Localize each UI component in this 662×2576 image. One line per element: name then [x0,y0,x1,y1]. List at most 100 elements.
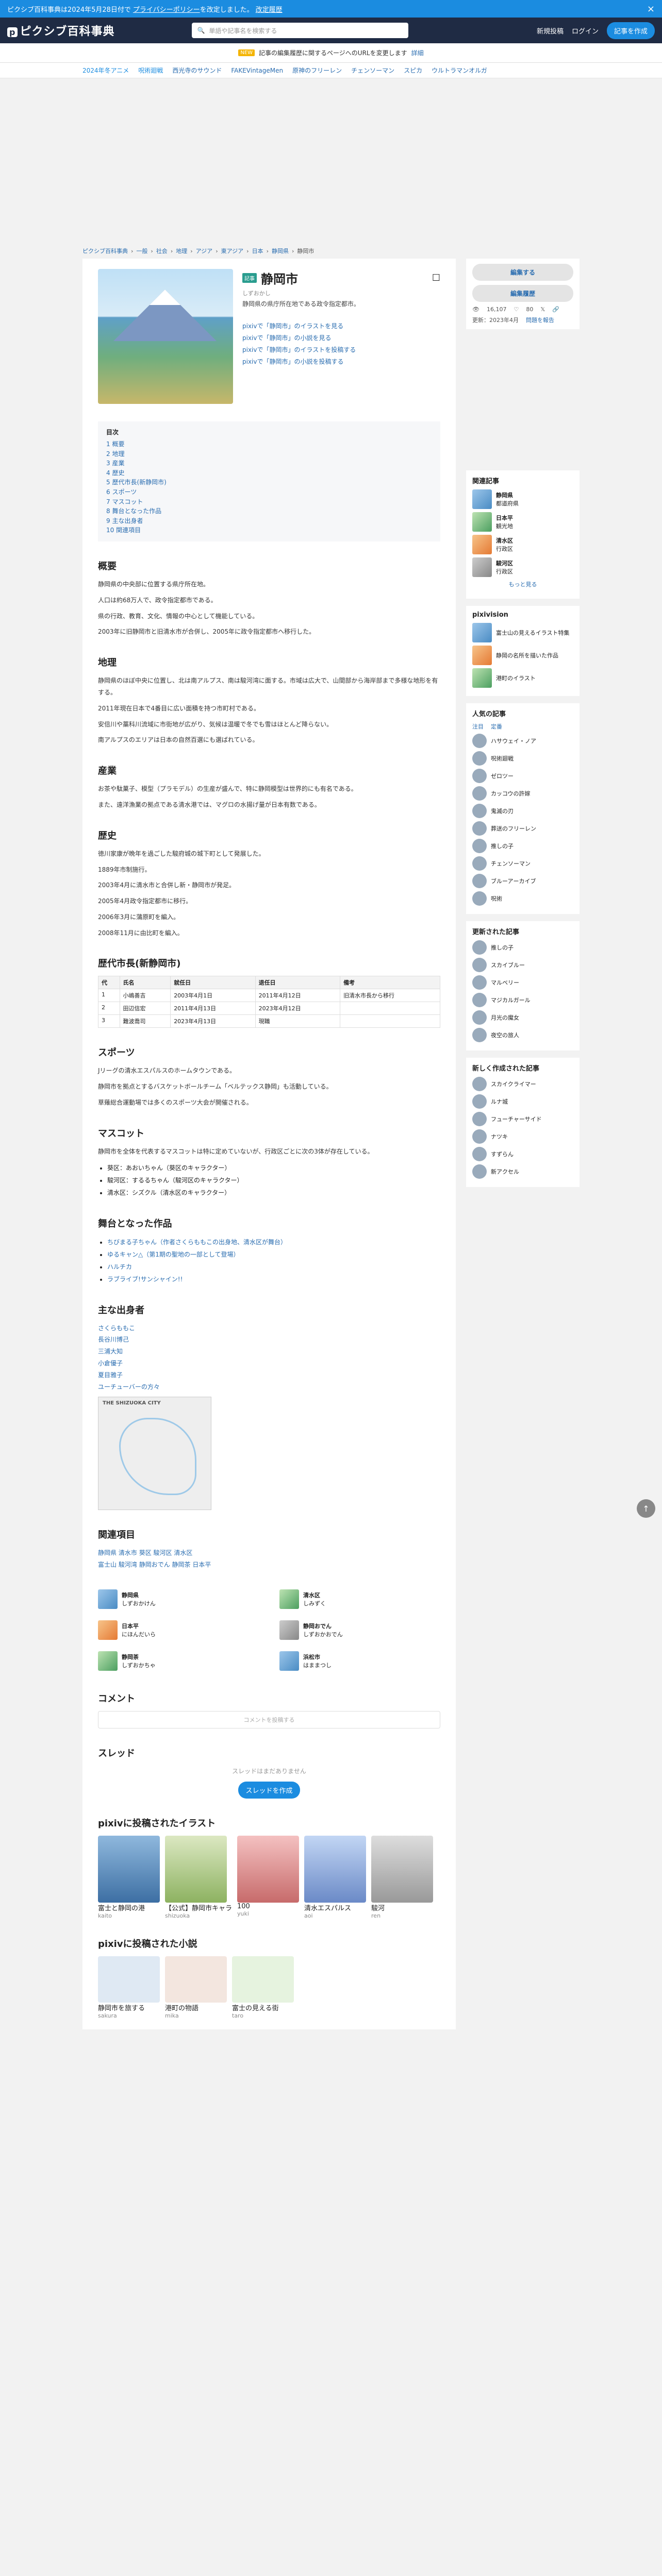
trending-item[interactable]: FAKEVintageMen [231,67,283,74]
breadcrumb-item[interactable]: 社会 [156,247,168,255]
edit-button[interactable]: 編集する [472,264,573,281]
person-link[interactable]: 三浦大知 [98,1348,123,1355]
pixiv-post-illust-link[interactable]: pixivで「静岡市」のイラストを投稿する [242,345,440,354]
popular-item[interactable]: 呪術廻戦 [472,751,573,766]
breadcrumb-item[interactable]: 地理 [176,247,187,255]
illust-card[interactable]: 富士と静岡の港 kaito [98,1835,160,1919]
trending-item[interactable]: チェンソーマン [351,66,394,75]
heart-icon[interactable]: ♡ [514,306,519,313]
toc-item[interactable]: 1 概要 [106,440,124,448]
illust-card[interactable]: 100 yuki [237,1835,300,1919]
person-link[interactable]: 夏目雅子 [98,1371,123,1379]
report-link[interactable]: 問題を報告 [526,316,554,324]
toc-item[interactable]: 2 地理 [106,450,124,457]
toc-item[interactable]: 8 舞台となった作品 [106,507,161,515]
related-item[interactable]: 静岡県 都道府県 [472,489,573,509]
pixivision-item[interactable]: 富士山の見えるイラスト特集 [472,623,573,642]
updated-item[interactable]: マジカルガール [472,993,573,1007]
announcement-detail-link[interactable]: 詳細 [411,48,424,57]
toc-item[interactable]: 6 スポーツ [106,488,137,496]
page-top-button[interactable]: ↑ [637,1499,655,1518]
pixivision-item[interactable]: 港町のイラスト [472,668,573,688]
novel-card[interactable]: 港町の物語 mika [165,1956,227,2019]
trending-item[interactable]: ウルトラマンオルガ [432,66,487,75]
related-item[interactable]: 清水区 行政区 [472,535,573,554]
person-link[interactable]: 小倉優子 [98,1360,123,1367]
privacy-policy-link[interactable]: プライバシーポリシー [133,4,200,14]
related-link[interactable]: 清水区 [174,1549,192,1556]
pixivision-item[interactable]: 静岡の名所を描いた作品 [472,646,573,665]
toc-item[interactable]: 4 歴史 [106,469,124,477]
related-card[interactable]: 日本平 にほんだいら [98,1620,259,1640]
bookmark-icon[interactable]: ☐ [432,273,440,283]
toc-item[interactable]: 3 産業 [106,460,124,467]
updated-item[interactable]: 夜空の旅人 [472,1028,573,1042]
updated-item[interactable]: 月光の魔女 [472,1010,573,1025]
related-link[interactable]: 駿河湾 [119,1561,137,1568]
updated-item[interactable]: マルベリー [472,975,573,990]
create-article-button[interactable]: 記事を作成 [606,22,655,39]
novel-card[interactable]: 静岡市を旅する sakura [98,1956,160,2019]
related-item[interactable]: 日本平 観光地 [472,512,573,532]
comment-input[interactable]: コメントを投稿する [98,1711,440,1729]
breadcrumb-item[interactable]: 日本 [252,247,263,255]
popular-item[interactable]: 呪術 [472,891,573,906]
toc-item[interactable]: 10 関連項目 [106,527,141,534]
popular-item[interactable]: 推しの子 [472,839,573,853]
history-button[interactable]: 編集履歴 [472,285,573,302]
work-link[interactable]: ゆるキャン△（第1期の聖地の一部として登場） [107,1251,240,1258]
related-link[interactable]: 葵区 [139,1549,152,1556]
new-item[interactable]: 新アクセル [472,1164,573,1179]
related-link[interactable]: 清水市 [119,1549,137,1556]
person-link[interactable]: 長谷川博己 [98,1336,129,1343]
related-card[interactable]: 浜松市 はままつし [279,1651,440,1671]
related-card[interactable]: 清水区 しみずく [279,1589,440,1609]
novel-card[interactable]: 富士の見える街 taro [232,1956,294,2019]
more-link[interactable]: もっと見る [472,580,573,588]
person-link[interactable]: ユーチューバーの方々 [98,1383,160,1391]
new-item[interactable]: フューチャーサイド [472,1112,573,1126]
tab-featured[interactable]: 注目 [472,722,484,731]
related-card[interactable]: 静岡茶 しずおかちゃ [98,1651,259,1671]
breadcrumb-item[interactable]: 一般 [136,247,147,255]
new-item[interactable]: ナツキ [472,1129,573,1144]
trending-item[interactable]: 原神のフリーレン [292,66,342,75]
related-item[interactable]: 駿河区 行政区 [472,557,573,577]
related-link[interactable]: 富士山 [98,1561,117,1568]
illust-card[interactable]: 清水エスパルス aoi [304,1835,367,1919]
site-logo[interactable]: p ピクシブ百科事典 [7,22,114,39]
create-thread-button[interactable]: スレッドを作成 [238,1781,300,1799]
popular-item[interactable]: ゼロツー [472,769,573,783]
new-post-link[interactable]: 新規投稿 [537,26,564,36]
trending-item[interactable]: スピカ [404,66,422,75]
breadcrumb-item[interactable]: ピクシブ百科事典 [82,247,128,255]
revision-history-link[interactable]: 改定履歴 [256,4,283,14]
illust-card[interactable]: 駿河 ren [371,1835,434,1919]
x-share-icon[interactable]: 𝕏 [540,306,545,313]
trending-item[interactable]: 2024年冬アニメ [82,66,129,75]
related-link[interactable]: 静岡県 [98,1549,117,1556]
pixiv-post-novel-link[interactable]: pixivで「静岡市」の小説を投稿する [242,357,440,366]
illust-card[interactable]: 【公式】静岡市キャラ shizuoka [165,1835,232,1919]
popular-item[interactable]: カッコウの許嫁 [472,786,573,801]
popular-item[interactable]: チェンソーマン [472,856,573,871]
work-link[interactable]: ラブライブ!サンシャイン!! [107,1276,183,1283]
related-link[interactable]: 駿河区 [154,1549,172,1556]
related-link[interactable]: 静岡おでん [139,1561,170,1568]
breadcrumb-item[interactable]: 静岡県 [272,247,289,255]
popular-item[interactable]: ハサウェイ・ノア [472,734,573,748]
new-item[interactable]: ルナ城 [472,1094,573,1109]
search-input[interactable]: 🔍 単語や記事名を検索する [192,23,409,38]
new-item[interactable]: スカイクライマー [472,1077,573,1091]
pixiv-illust-link[interactable]: pixivで「静岡市」のイラストを見る [242,321,440,330]
toc-item[interactable]: 5 歴代市長(新静岡市) [106,479,167,486]
related-link[interactable]: 静岡茶 [172,1561,191,1568]
login-link[interactable]: ログイン [572,26,599,36]
related-card[interactable]: 静岡おでん しずおかおでん [279,1620,440,1640]
tab-standard[interactable]: 定番 [491,722,502,731]
toc-item[interactable]: 7 マスコット [106,498,143,505]
updated-item[interactable]: スカイブルー [472,958,573,972]
related-link[interactable]: 日本平 [192,1561,211,1568]
work-link[interactable]: ちびまる子ちゃん（作者さくらももこの出身地、清水区が舞台） [107,1239,287,1246]
pixiv-novel-link[interactable]: pixivで「静岡市」の小説を見る [242,333,440,342]
